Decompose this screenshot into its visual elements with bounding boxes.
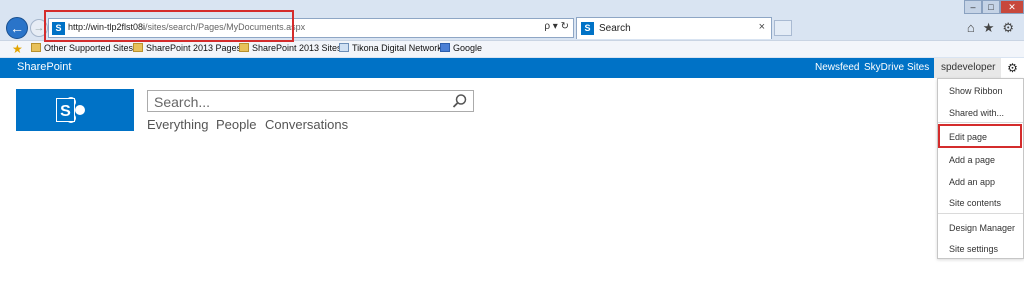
favorites-bar: ★ Other Supported Sites ▾ SharePoint 201… bbox=[0, 40, 1024, 57]
favorite-label: SharePoint 2013 Pages ▾ bbox=[146, 43, 249, 53]
tab-favicon-icon: S bbox=[581, 22, 594, 35]
minimize-button[interactable]: – bbox=[964, 0, 982, 14]
suite-link-newsfeed[interactable]: Newsfeed bbox=[815, 62, 859, 73]
search-placeholder: Search... bbox=[154, 94, 211, 110]
window-controls: – □ ✕ bbox=[964, 0, 1024, 14]
settings-gear-icon[interactable]: ⚙ bbox=[1001, 58, 1024, 78]
favorite-sharepoint-2013-sites[interactable]: SharePoint 2013 Sites ▾ bbox=[239, 43, 349, 54]
svg-text:S: S bbox=[60, 103, 71, 120]
search-input[interactable]: Search... bbox=[147, 90, 474, 112]
menu-item-design-manager[interactable]: Design Manager bbox=[949, 223, 1015, 233]
site-logo[interactable]: S bbox=[16, 89, 134, 131]
search-scope-conversations[interactable]: Conversations bbox=[265, 117, 348, 132]
google-icon bbox=[440, 43, 450, 52]
menu-item-show-ribbon[interactable]: Show Ribbon bbox=[949, 86, 1003, 96]
favorite-label: Other Supported Sites ▾ bbox=[44, 43, 141, 53]
favorite-tikona-digital-networks[interactable]: Tikona Digital Networks bbox=[339, 43, 446, 53]
favorite-label: SharePoint 2013 Sites ▾ bbox=[252, 43, 349, 53]
close-window-button[interactable]: ✕ bbox=[1000, 0, 1024, 14]
favorite-label: Tikona Digital Networks bbox=[352, 43, 447, 53]
favorite-sharepoint-2013-pages[interactable]: SharePoint 2013 Pages ▾ bbox=[133, 43, 248, 54]
folder-icon bbox=[31, 43, 41, 52]
edit-page-highlight-box bbox=[938, 124, 1022, 148]
browser-tab-search[interactable]: S Search × bbox=[576, 17, 772, 39]
add-favorite-star-icon[interactable]: ★ bbox=[12, 42, 23, 56]
favorite-google[interactable]: Google bbox=[440, 43, 482, 53]
maximize-button[interactable]: □ bbox=[982, 0, 1000, 14]
sharepoint-logo-icon: S bbox=[56, 97, 85, 123]
settings-dropdown-menu: Show Ribbon Shared with... Edit page Add… bbox=[937, 78, 1024, 259]
address-controls[interactable]: ρ ▾ ↻ bbox=[544, 21, 569, 32]
search-icon[interactable] bbox=[452, 93, 468, 109]
tools-gear-icon[interactable]: ⚙ bbox=[1002, 20, 1014, 35]
favorite-label: Google bbox=[453, 43, 483, 53]
back-button[interactable]: ← bbox=[6, 17, 28, 39]
folder-icon bbox=[133, 43, 143, 52]
folder-icon bbox=[239, 43, 249, 52]
new-tab-button[interactable] bbox=[774, 20, 792, 36]
search-scope-everything[interactable]: Everything bbox=[147, 117, 208, 132]
browser-right-icons: ⌂ ★ ⚙ bbox=[959, 20, 1014, 36]
menu-item-add-an-app[interactable]: Add an app bbox=[949, 177, 995, 187]
menu-separator bbox=[938, 122, 1023, 123]
menu-item-add-a-page[interactable]: Add a page bbox=[949, 155, 995, 165]
favorites-star-icon[interactable]: ★ bbox=[983, 20, 995, 35]
suite-bar: SharePoint Newsfeed SkyDrive Sites spdev… bbox=[0, 58, 1024, 93]
menu-separator bbox=[938, 213, 1023, 214]
home-icon[interactable]: ⌂ bbox=[967, 20, 975, 35]
favorite-other-supported-sites[interactable]: Other Supported Sites ▾ bbox=[31, 43, 140, 54]
search-scope-people[interactable]: People bbox=[216, 117, 256, 132]
address-highlight-box bbox=[44, 10, 294, 42]
menu-item-site-settings[interactable]: Site settings bbox=[949, 244, 998, 254]
tab-close-icon[interactable]: × bbox=[759, 21, 765, 33]
user-menu-button[interactable]: spdeveloper ▾ bbox=[934, 58, 1001, 93]
page-icon bbox=[339, 43, 349, 52]
menu-item-site-contents[interactable]: Site contents bbox=[949, 198, 1001, 208]
suite-link-skydrive[interactable]: SkyDrive bbox=[864, 62, 904, 73]
tab-title: Search bbox=[599, 23, 631, 34]
suite-link-sites[interactable]: Sites bbox=[907, 62, 929, 73]
menu-item-shared-with[interactable]: Shared with... bbox=[949, 108, 1004, 118]
suite-brand[interactable]: SharePoint bbox=[17, 61, 71, 73]
